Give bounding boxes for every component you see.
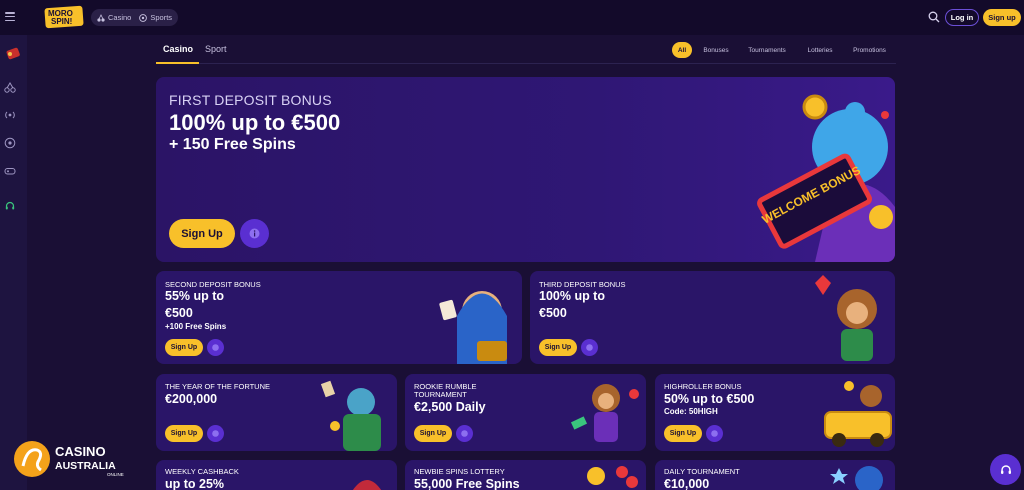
support-chat-button[interactable] bbox=[990, 454, 1021, 485]
hero-info-button[interactable] bbox=[240, 219, 269, 248]
live-broadcast-icon[interactable] bbox=[4, 109, 16, 121]
card-info-button[interactable] bbox=[456, 425, 473, 442]
card-signup-button[interactable]: Sign Up bbox=[664, 425, 702, 442]
card-info-button[interactable] bbox=[207, 339, 224, 356]
card-title-line2: TOURNAMENT bbox=[414, 390, 467, 399]
casino-australia-watermark: CASINO AUSTRALIA ONLINE bbox=[14, 441, 124, 477]
tabs-divider bbox=[156, 63, 896, 64]
monkey-illustration bbox=[815, 275, 877, 361]
newbie-spins-card: NEWBIE SPINS LOTTERY 55,000 Free Spins bbox=[405, 460, 646, 490]
left-sidebar bbox=[0, 35, 27, 490]
filter-lotteries[interactable]: Lotteries bbox=[803, 42, 837, 58]
card-info-button[interactable] bbox=[581, 339, 598, 356]
card-info-button[interactable] bbox=[207, 425, 224, 442]
third-deposit-card: THIRD DEPOSIT BONUS 100% up to €500 Sign… bbox=[530, 271, 895, 364]
card-offer: up to 25% bbox=[165, 477, 225, 490]
filter-all[interactable]: All bbox=[672, 42, 692, 58]
card-signup-button[interactable]: Sign Up bbox=[414, 425, 452, 442]
card-title: WEEKLY CASHBACK bbox=[165, 467, 239, 476]
active-tab-indicator bbox=[156, 62, 199, 64]
fortune-man-illustration bbox=[320, 380, 381, 451]
search-icon[interactable] bbox=[928, 11, 940, 23]
genie-topknot bbox=[845, 102, 865, 122]
info-icon bbox=[586, 344, 593, 351]
watermark-line2: AUSTRALIA bbox=[55, 460, 116, 472]
cashback-illustration bbox=[353, 480, 381, 490]
card-signup-button[interactable]: Sign Up bbox=[165, 339, 203, 356]
support-headset-icon[interactable] bbox=[4, 200, 16, 212]
hero-kicker: FIRST DEPOSIT BONUS bbox=[169, 92, 332, 108]
watermark-line3: ONLINE bbox=[107, 472, 124, 477]
sorceress-illustration bbox=[439, 291, 507, 364]
card-offer-line1: 55% up to bbox=[165, 289, 225, 303]
weekly-cashback-card: WEEKLY CASHBACK up to 25% bbox=[156, 460, 397, 490]
watermark-line1: CASINO bbox=[55, 444, 106, 459]
tab-sport[interactable]: Sport bbox=[205, 44, 227, 54]
card-offer: €200,000 bbox=[165, 392, 218, 406]
info-icon bbox=[711, 430, 718, 437]
card-title: HIGHROLLER BONUS bbox=[664, 382, 742, 391]
login-button[interactable]: Log in bbox=[945, 9, 979, 26]
highroller-card: HIGHROLLER BONUS 50% up to €500 Code: 50… bbox=[655, 374, 895, 451]
nav-casino-label: Casino bbox=[108, 13, 132, 22]
nav-sports-label: Sports bbox=[150, 13, 173, 22]
headset-icon bbox=[1000, 464, 1011, 474]
hamburger-menu-icon[interactable] bbox=[5, 12, 15, 21]
hero-signup-button[interactable]: Sign Up bbox=[169, 219, 235, 248]
moro-spin-logo[interactable]: MORO SPIN! bbox=[44, 5, 84, 29]
rookie-rumble-card: ROOKIE RUMBLE TOURNAMENT €2,500 Daily Si… bbox=[405, 374, 646, 451]
card-sub: +100 Free Spins bbox=[165, 322, 227, 331]
hero-subline: + 150 Free Spins bbox=[169, 136, 296, 153]
cherry-icon bbox=[97, 13, 105, 22]
filter-bonuses[interactable]: Bonuses bbox=[700, 42, 732, 58]
info-icon bbox=[212, 430, 219, 437]
card-info-button[interactable] bbox=[706, 425, 723, 442]
gold-car-illustration bbox=[824, 381, 892, 447]
first-deposit-hero: FIRST DEPOSIT BONUS 100% up to €500 + 15… bbox=[156, 77, 895, 262]
nav-sports[interactable]: Sports bbox=[139, 13, 172, 22]
filter-tournaments[interactable]: Tournaments bbox=[743, 42, 791, 58]
daily-tournament-card: DAILY TOURNAMENT €10,000 bbox=[655, 460, 895, 490]
tournament-illustration bbox=[830, 466, 883, 490]
gem bbox=[881, 111, 889, 119]
hero-headline: 100% up to €500 bbox=[169, 110, 341, 135]
card-offer: 55,000 Free Spins bbox=[414, 477, 520, 490]
card-signup-button[interactable]: Sign Up bbox=[165, 425, 203, 442]
card-offer: 50% up to €500 bbox=[664, 392, 755, 406]
card-offer-line1: 100% up to bbox=[539, 289, 605, 303]
card-title: NEWBIE SPINS LOTTERY bbox=[414, 467, 505, 476]
gold-coin bbox=[802, 94, 828, 120]
card-offer: €2,500 Daily bbox=[414, 400, 486, 414]
promo-gift-icon[interactable] bbox=[4, 45, 22, 61]
logo-word-spin: SPIN! bbox=[51, 17, 72, 26]
card-title: THE YEAR OF THE FORTUNE bbox=[165, 382, 271, 391]
gold-medallion bbox=[869, 205, 893, 229]
card-signup-button[interactable]: Sign Up bbox=[539, 339, 577, 356]
second-deposit-card: SECOND DEPOSIT BONUS 55% up to €500 +100… bbox=[156, 271, 522, 364]
free-spins-illustration bbox=[587, 466, 638, 488]
soccer-ball-icon bbox=[139, 13, 148, 22]
signup-button[interactable]: Sign up bbox=[983, 9, 1021, 26]
year-of-fortune-card: THE YEAR OF THE FORTUNE €200,000 Sign Up bbox=[156, 374, 397, 451]
card-offer-line2: €500 bbox=[165, 306, 193, 320]
card-title: DAILY TOURNAMENT bbox=[664, 467, 740, 476]
product-switch: Casino Sports bbox=[91, 9, 179, 26]
info-icon bbox=[212, 344, 219, 351]
filter-promotions[interactable]: Promotions bbox=[848, 42, 891, 58]
monkey-money-illustration bbox=[570, 384, 639, 442]
card-offer: €10,000 bbox=[664, 477, 710, 490]
info-icon bbox=[461, 430, 468, 437]
card-promo-code: Code: 50HIGH bbox=[664, 407, 718, 416]
cherry-nav-icon[interactable] bbox=[4, 81, 16, 93]
tab-casino[interactable]: Casino bbox=[163, 44, 193, 54]
info-icon bbox=[249, 228, 260, 239]
sports-ball-icon[interactable] bbox=[4, 137, 16, 149]
genie-welcome-bonus-illustration: WELCOME BONUS bbox=[757, 94, 895, 262]
gamepad-icon[interactable] bbox=[4, 165, 16, 177]
nav-casino[interactable]: Casino bbox=[97, 13, 131, 22]
top-header: MORO SPIN! Casino Sports Log in Sign up bbox=[0, 0, 1024, 35]
card-offer-line2: €500 bbox=[539, 306, 567, 320]
